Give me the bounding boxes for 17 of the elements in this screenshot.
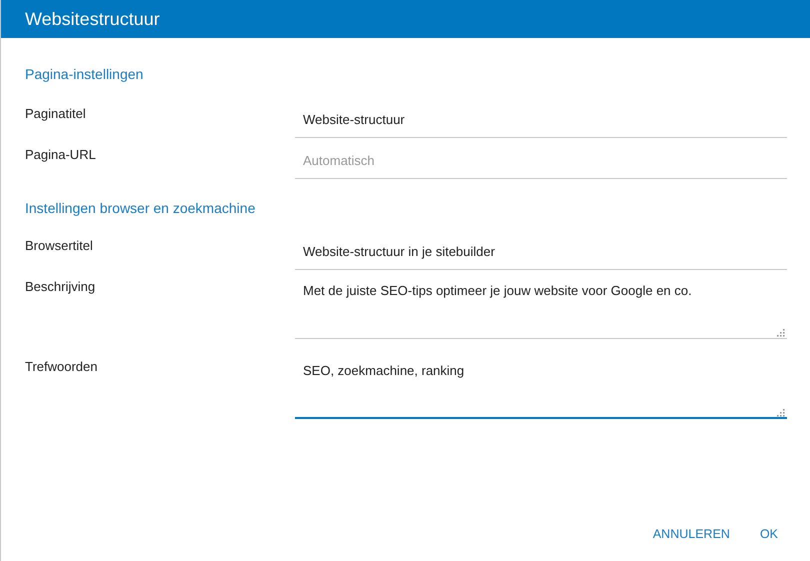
field-label: Paginatitel [25,106,87,121]
field-label: Beschrijving [25,279,96,294]
resize-grip-icon[interactable] [776,408,785,417]
text-area[interactable]: SEO, zoekmachine, ranking [295,355,787,419]
resize-grip-icon[interactable] [776,328,785,337]
input-field[interactable]: Website-structuur in je sitebuilder [295,234,787,270]
dialog-button[interactable]: ANNULEREN [646,523,736,545]
input-field[interactable]: Automatisch [295,143,787,179]
input-field[interactable]: Website-structuur [295,102,787,138]
field-label: Pagina-URL [25,147,97,162]
field-label: Browsertitel [25,238,94,253]
field-label: Trefwoorden [25,359,98,374]
dialog-button[interactable]: OK [754,523,784,545]
window-title: Websitestructuur [25,8,160,30]
section-heading: Pagina-instellingen [25,66,144,84]
section-heading: Instellingen browser en zoekmachine [25,200,256,218]
text-area[interactable]: Met de juiste SEO-tips optimeer je jouw website voor Google en co. [295,275,787,339]
